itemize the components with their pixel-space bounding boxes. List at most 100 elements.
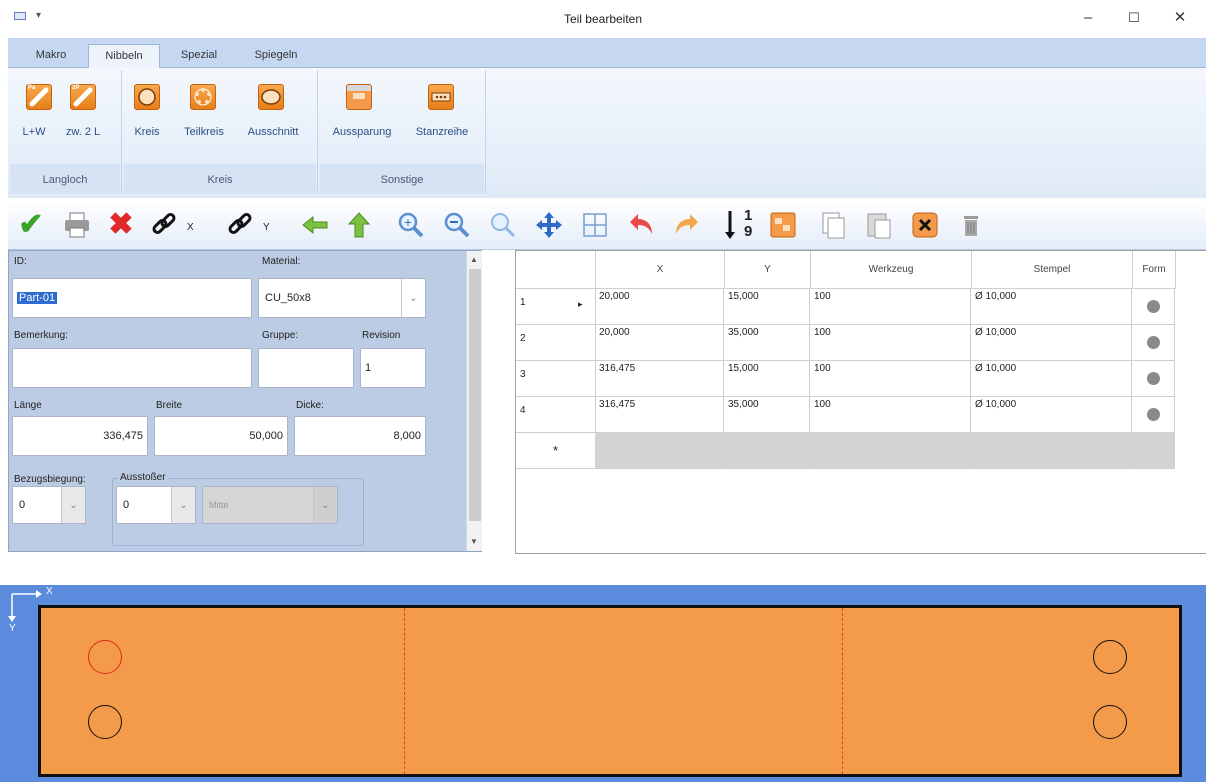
circle-button[interactable]: Kreis <box>126 126 168 140</box>
chevron-down-icon[interactable]: ⌄ <box>401 279 425 317</box>
table-cell-stempel[interactable]: Ø 10,000 <box>971 361 1132 397</box>
hole[interactable] <box>1093 640 1127 674</box>
table-cell-stempel[interactable]: Ø 10,000 <box>971 325 1132 361</box>
paste-icon[interactable] <box>860 206 898 244</box>
recess-button[interactable]: Aussparung <box>326 126 398 140</box>
grid-icon[interactable] <box>576 206 614 244</box>
table-cell-werkzeug[interactable]: 100 <box>810 289 971 325</box>
table-cell-y[interactable]: 35,000 <box>724 397 810 433</box>
cutout-button[interactable]: Ausschnitt <box>240 126 306 140</box>
punch-row-icon[interactable] <box>428 84 454 110</box>
column-header-x[interactable]: X <box>596 251 725 289</box>
table-cell-form[interactable] <box>1132 397 1175 433</box>
laenge-field[interactable]: 336,475 <box>12 416 148 456</box>
zoom-out-icon[interactable] <box>438 206 476 244</box>
bend-line[interactable] <box>842 608 843 774</box>
link-x-icon[interactable] <box>146 206 184 244</box>
bend-line[interactable] <box>404 608 405 774</box>
row-header[interactable]: 4 <box>516 397 596 433</box>
column-header-werkzeug[interactable]: Werkzeug <box>811 251 972 289</box>
tab-makro[interactable]: Makro <box>20 44 82 68</box>
table-cell-x[interactable]: 20,000 <box>595 325 724 361</box>
recess-icon[interactable] <box>346 84 372 110</box>
chevron-down-icon[interactable]: ⌄ <box>171 487 195 523</box>
redo-icon[interactable] <box>668 206 706 244</box>
copy-icon[interactable] <box>814 206 852 244</box>
link-y-icon[interactable] <box>222 206 260 244</box>
undo-icon[interactable] <box>622 206 660 244</box>
new-row-cell[interactable] <box>810 433 971 469</box>
print-icon[interactable] <box>58 206 96 244</box>
revision-field[interactable]: 1 <box>360 348 426 388</box>
bolt-circle-button[interactable]: Teilkreis <box>178 126 230 140</box>
part-plate[interactable] <box>38 605 1182 777</box>
table-cell-form[interactable] <box>1132 289 1175 325</box>
tab-nibbeln[interactable]: Nibbeln <box>88 44 160 68</box>
column-header-form[interactable]: Form <box>1133 251 1176 289</box>
ausstosser-select[interactable]: 0 ⌄ <box>116 486 196 524</box>
breite-field[interactable]: 50,000 <box>154 416 288 456</box>
slot-lw-button[interactable]: L+W <box>14 126 54 140</box>
table-cell-x[interactable]: 316,475 <box>595 361 724 397</box>
hole-selected[interactable] <box>88 640 122 674</box>
check-icon[interactable]: ✔ <box>12 206 50 244</box>
circle-icon[interactable] <box>134 84 160 110</box>
chevron-down-icon[interactable]: ⌄ <box>61 487 85 523</box>
table-cell-werkzeug[interactable]: 100 <box>810 325 971 361</box>
zoom-fit-icon[interactable] <box>484 206 522 244</box>
row-header[interactable]: 1 <box>516 289 596 325</box>
table-cell-x[interactable]: 316,475 <box>595 397 724 433</box>
table-cell-werkzeug[interactable]: 100 <box>810 397 971 433</box>
new-row-cell[interactable] <box>1132 433 1175 469</box>
new-row-cell[interactable] <box>724 433 810 469</box>
id-field[interactable]: Part-01 <box>12 278 252 318</box>
cutout-icon[interactable] <box>258 84 284 110</box>
table-cell-y[interactable]: 15,000 <box>724 289 810 325</box>
table-cell-werkzeug[interactable]: 100 <box>810 361 971 397</box>
bezugsbiegung-select[interactable]: 0 ⌄ <box>12 486 86 524</box>
bemerkung-field[interactable] <box>12 348 252 388</box>
tab-spiegeln[interactable]: Spiegeln <box>238 44 314 68</box>
arrow-up-icon[interactable] <box>340 206 378 244</box>
trash-icon[interactable] <box>952 206 990 244</box>
material-select[interactable]: CU_50x8 ⌄ <box>258 278 426 318</box>
slot-2l-icon[interactable]: 2P <box>70 84 96 110</box>
scroll-thumb[interactable] <box>469 269 481 521</box>
scroll-down-icon[interactable]: ▼ <box>470 537 478 546</box>
scroll-up-icon[interactable]: ▲ <box>470 255 478 264</box>
close-button[interactable]: ✕ <box>1160 4 1200 32</box>
cancel-icon[interactable] <box>906 206 944 244</box>
move-icon[interactable] <box>530 206 568 244</box>
slot-lw-icon[interactable]: Pa <box>26 84 52 110</box>
table-cell-stempel[interactable]: Ø 10,000 <box>971 397 1132 433</box>
sort-bottom-digit: 9 <box>744 223 753 240</box>
row-header[interactable]: 3 <box>516 361 596 397</box>
table-cell-form[interactable] <box>1132 361 1175 397</box>
column-header-stempel[interactable]: Stempel <box>972 251 1133 289</box>
dicke-field[interactable]: 8,000 <box>294 416 426 456</box>
arrow-left-icon[interactable] <box>296 206 334 244</box>
table-cell-y[interactable]: 35,000 <box>724 325 810 361</box>
table-cell-y[interactable]: 15,000 <box>724 361 810 397</box>
panel-scrollbar[interactable]: ▲ ▼ <box>466 251 482 551</box>
table-cell-form[interactable] <box>1132 325 1175 361</box>
row-header[interactable]: 2 <box>516 325 596 361</box>
tab-spezial[interactable]: Spezial <box>166 44 232 68</box>
punch-row-button[interactable]: Stanzreihe <box>404 126 480 140</box>
hole[interactable] <box>1093 705 1127 739</box>
delete-icon[interactable]: ✖ <box>102 206 140 244</box>
new-row-marker[interactable]: * <box>516 433 596 469</box>
gruppe-field[interactable] <box>258 348 354 388</box>
column-header-y[interactable]: Y <box>725 251 811 289</box>
zoom-in-icon[interactable]: + <box>392 206 430 244</box>
table-cell-stempel[interactable]: Ø 10,000 <box>971 289 1132 325</box>
hole[interactable] <box>88 705 122 739</box>
new-row-cell[interactable] <box>971 433 1132 469</box>
bolt-circle-icon[interactable] <box>190 84 216 110</box>
new-row-cell[interactable] <box>595 433 724 469</box>
slot-2l-button[interactable]: zw. 2 L <box>58 126 108 140</box>
minimize-button[interactable]: – <box>1068 4 1108 32</box>
select-icon[interactable] <box>764 206 802 244</box>
maximize-button[interactable]: ☐ <box>1114 4 1154 32</box>
table-cell-x[interactable]: 20,000 <box>595 289 724 325</box>
